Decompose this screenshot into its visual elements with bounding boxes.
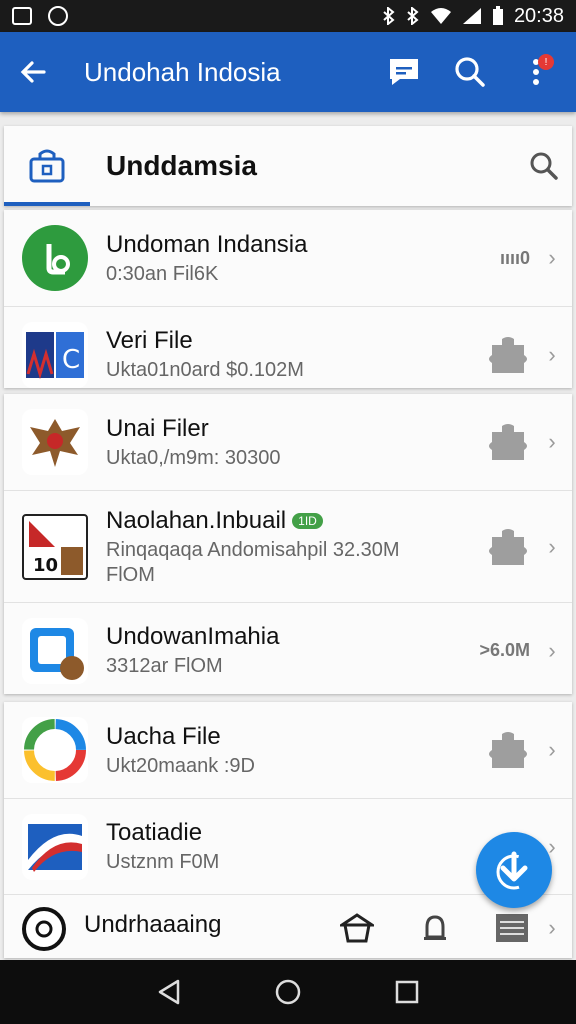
chat-button[interactable] bbox=[382, 50, 426, 94]
store-icon[interactable] bbox=[340, 913, 374, 943]
category-search-button[interactable] bbox=[516, 150, 572, 182]
list-item[interactable]: C Veri File Ukta01n0ard $0.102M › bbox=[4, 306, 572, 402]
bluetooth-icon bbox=[383, 7, 395, 25]
back-icon[interactable] bbox=[156, 978, 182, 1006]
chevron-right-icon: › bbox=[548, 429, 556, 454]
app-meta: ıııı0 bbox=[499, 247, 530, 268]
battery-icon bbox=[492, 6, 503, 25]
app-name: Unai Filer bbox=[106, 414, 209, 442]
chevron-right-icon: › bbox=[548, 737, 556, 762]
back-arrow-icon[interactable] bbox=[18, 57, 48, 87]
svg-text:C: C bbox=[62, 345, 80, 375]
app-icon: C bbox=[22, 321, 88, 388]
app-bar: Undohah Indosia ! bbox=[0, 32, 576, 112]
search-icon bbox=[455, 57, 485, 87]
home-icon[interactable] bbox=[274, 978, 302, 1006]
list-item[interactable]: Unai Filer Ukta0,/m9m: 30300 › bbox=[4, 394, 572, 490]
download-icon bbox=[496, 851, 532, 890]
app-icon bbox=[22, 907, 66, 951]
app-icon: 10 bbox=[22, 513, 88, 580]
app-details: Ukta01n0ard $0.102M bbox=[106, 359, 304, 381]
list-item[interactable]: UndowanImahia 3312ar FlOM >6.0M › bbox=[4, 602, 572, 698]
app-details: Ukta0,/m9m: 30300 bbox=[106, 446, 281, 469]
search-icon bbox=[530, 152, 558, 180]
shopping-bag-icon bbox=[29, 149, 65, 183]
app-name: Toatiadie bbox=[106, 819, 203, 846]
chevron-right-icon: › bbox=[548, 533, 556, 559]
overflow-menu-button[interactable]: ! bbox=[514, 50, 558, 94]
status-badge: 1ID bbox=[292, 513, 323, 530]
chevron-right-icon: › bbox=[548, 915, 556, 940]
app-details: Ukt20maank :9D bbox=[106, 754, 255, 777]
app-icon bbox=[22, 225, 88, 291]
app-name: UndowanImahia bbox=[106, 623, 280, 650]
app-icon bbox=[22, 409, 88, 475]
bluetooth-icon bbox=[407, 7, 419, 25]
list-item[interactable]: Undoman Indansia 0:30an Fil6K ıııı0 › bbox=[4, 210, 572, 306]
app-icon bbox=[22, 717, 88, 783]
app-icon bbox=[22, 813, 88, 880]
app-name: Uacha File bbox=[106, 722, 221, 750]
app-bar-title: Undohah Indosia bbox=[84, 56, 281, 87]
system-nav-bar bbox=[0, 960, 576, 1024]
download-fab[interactable] bbox=[476, 832, 552, 908]
status-bar: 20:38 bbox=[0, 0, 576, 32]
recents-icon[interactable] bbox=[394, 979, 420, 1005]
chevron-right-icon: › bbox=[548, 637, 556, 663]
app-meta: >6.0M bbox=[479, 640, 530, 660]
app-list-card: Undoman Indansia 0:30an Fil6K ıııı0 › C … bbox=[4, 210, 572, 388]
app-name: Naolahan.Inbuail 1ID bbox=[106, 507, 486, 535]
app-name: Undrhaaaing bbox=[84, 911, 222, 938]
tab-apps[interactable] bbox=[4, 126, 90, 206]
category-title: Unddamsia bbox=[106, 150, 257, 181]
app-details: Ustznm F0M bbox=[106, 851, 220, 873]
app-details: 3312ar FlOM bbox=[106, 655, 223, 677]
extension-icon bbox=[489, 336, 527, 373]
extension-icon bbox=[489, 528, 527, 565]
extension-icon bbox=[489, 732, 527, 768]
app-details-extra: FlOM bbox=[106, 563, 155, 586]
extension-icon bbox=[489, 424, 527, 460]
app-list-card: Unai Filer Ukta0,/m9m: 30300 › 10 Naolah… bbox=[4, 394, 572, 694]
list-icon[interactable] bbox=[496, 914, 528, 942]
list-item[interactable]: 10 Naolahan.Inbuail 1ID Rinqaqaqa Andomis… bbox=[4, 490, 572, 602]
chevron-right-icon: › bbox=[548, 245, 556, 270]
category-header: Unddamsia bbox=[4, 126, 572, 206]
app-details: 0:30an Fil6K bbox=[106, 262, 219, 285]
app-name: Undoman Indansia bbox=[106, 230, 308, 258]
wifi-icon bbox=[430, 8, 451, 24]
app-name: Veri File bbox=[106, 327, 193, 354]
app-details: Rinqaqaqa Andomisahpil 32.30M bbox=[106, 538, 400, 561]
chevron-right-icon: › bbox=[548, 341, 556, 367]
list-item[interactable]: Undrhaaaing › bbox=[4, 894, 572, 958]
bell-icon[interactable] bbox=[422, 913, 448, 943]
list-item[interactable]: Uacha File Ukt20maank :9D › bbox=[4, 702, 572, 798]
message-icon bbox=[48, 6, 68, 26]
clock: 20:38 bbox=[513, 4, 564, 27]
search-button[interactable] bbox=[448, 50, 492, 94]
notification-badge: ! bbox=[538, 54, 554, 70]
app-list-card: Uacha File Ukt20maank :9D › Toatiadie Us… bbox=[4, 702, 572, 958]
gallery-icon bbox=[12, 7, 32, 25]
app-icon bbox=[22, 617, 88, 684]
chat-icon bbox=[390, 59, 418, 85]
svg-text:10: 10 bbox=[33, 555, 58, 576]
signal-icon bbox=[462, 8, 481, 24]
